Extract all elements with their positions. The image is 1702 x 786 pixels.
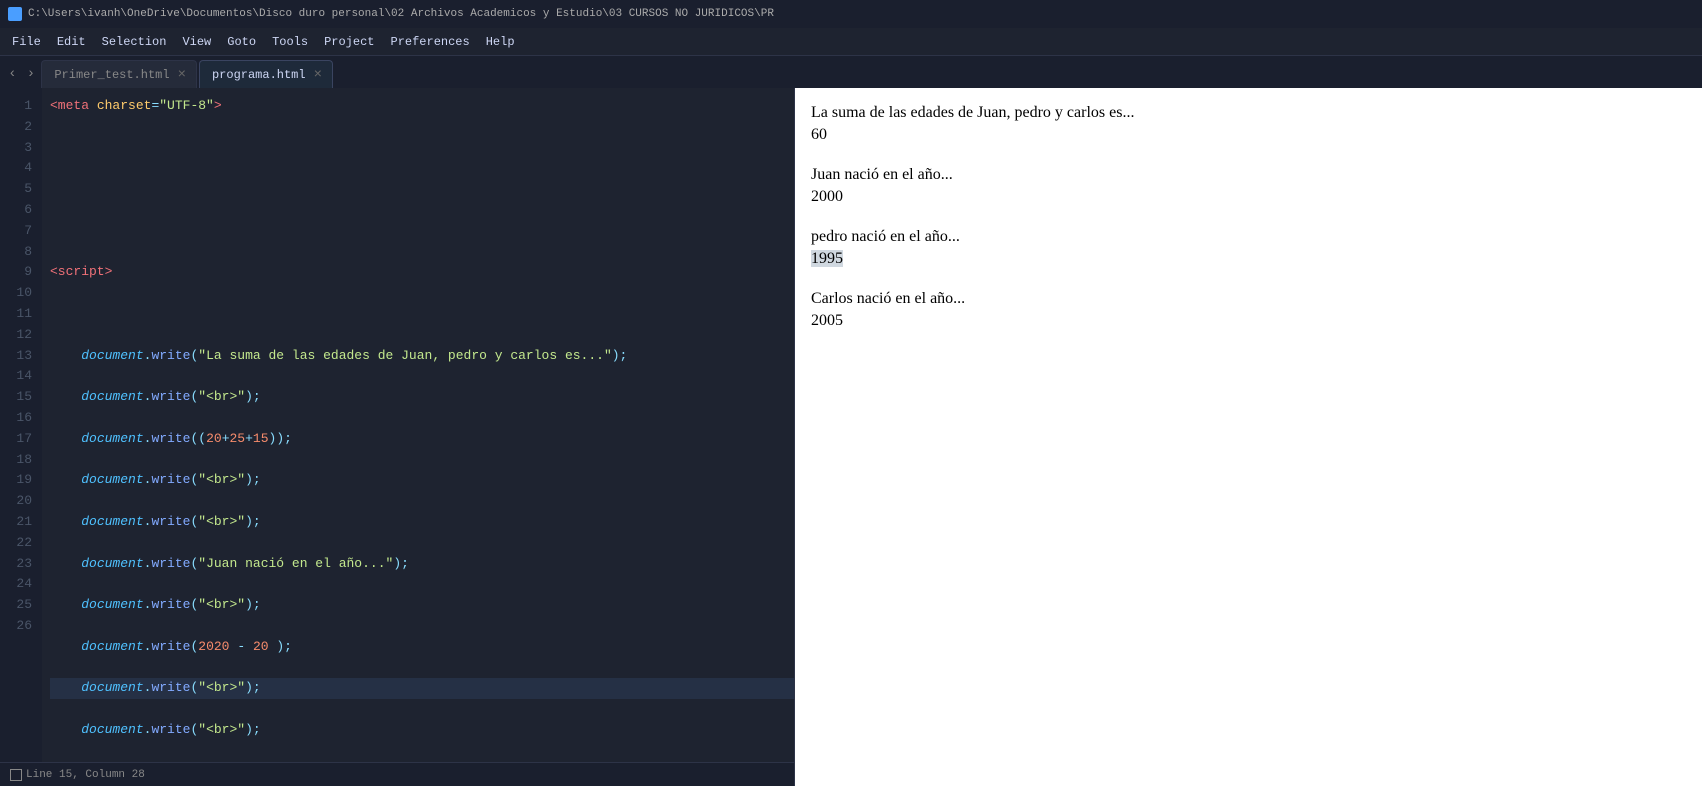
- tab-programa-label: programa.html: [212, 68, 306, 82]
- title-bar: C:\Users\ivanh\OneDrive\Documentos\Disco…: [0, 0, 1702, 28]
- preview-line-5: pedro nació en el año...: [811, 228, 1686, 246]
- line-numbers: 1 2 3 4 5 6 7 8 9 10 11 12 13 14 15 16 1…: [0, 88, 42, 762]
- preview-line-3: Juan nació en el año...: [811, 166, 1686, 184]
- menu-edit[interactable]: Edit: [49, 31, 94, 53]
- preview-line-2: 60: [811, 126, 1686, 144]
- menu-preferences[interactable]: Preferences: [383, 31, 478, 53]
- menu-goto[interactable]: Goto: [219, 31, 264, 53]
- tab-bar: ‹ › Primer_test.html × programa.html ×: [0, 56, 1702, 88]
- tab-programa-close[interactable]: ×: [314, 68, 322, 82]
- tab-programa[interactable]: programa.html ×: [199, 60, 333, 88]
- status-position: Line 15, Column 28: [26, 769, 145, 781]
- preview-panel: La suma de las edades de Juan, pedro y c…: [795, 88, 1702, 786]
- tab-primer-test-close[interactable]: ×: [178, 68, 186, 82]
- menu-project[interactable]: Project: [316, 31, 382, 53]
- tab-primer-test-label: Primer_test.html: [54, 68, 169, 82]
- preview-line-7: Carlos nació en el año...: [811, 290, 1686, 308]
- tab-primer-test[interactable]: Primer_test.html ×: [41, 60, 197, 88]
- status-indicator: [10, 769, 22, 781]
- preview-line-6: 1995: [811, 250, 1686, 268]
- menu-file[interactable]: File: [4, 31, 49, 53]
- highlighted-1995: 1995: [811, 250, 843, 267]
- menu-bar: File Edit Selection View Goto Tools Proj…: [0, 28, 1702, 56]
- app-icon: [8, 7, 22, 21]
- preview-line-8: 2005: [811, 312, 1686, 330]
- code-content[interactable]: <meta charset="UTF-8"> <script> document…: [42, 88, 794, 762]
- status-bar: Line 15, Column 28: [0, 762, 794, 786]
- main-area: 1 2 3 4 5 6 7 8 9 10 11 12 13 14 15 16 1…: [0, 88, 1702, 786]
- menu-help[interactable]: Help: [478, 31, 523, 53]
- preview-line-1: La suma de las edades de Juan, pedro y c…: [811, 104, 1686, 122]
- tab-prev-button[interactable]: ‹: [4, 61, 21, 83]
- preview-line-4: 2000: [811, 188, 1686, 206]
- title-path: C:\Users\ivanh\OneDrive\Documentos\Disco…: [28, 8, 774, 20]
- code-area[interactable]: 1 2 3 4 5 6 7 8 9 10 11 12 13 14 15 16 1…: [0, 88, 794, 762]
- menu-view[interactable]: View: [174, 31, 219, 53]
- menu-selection[interactable]: Selection: [94, 31, 175, 53]
- editor-panel: 1 2 3 4 5 6 7 8 9 10 11 12 13 14 15 16 1…: [0, 88, 795, 786]
- menu-tools[interactable]: Tools: [264, 31, 316, 53]
- tab-next-button[interactable]: ›: [23, 61, 40, 83]
